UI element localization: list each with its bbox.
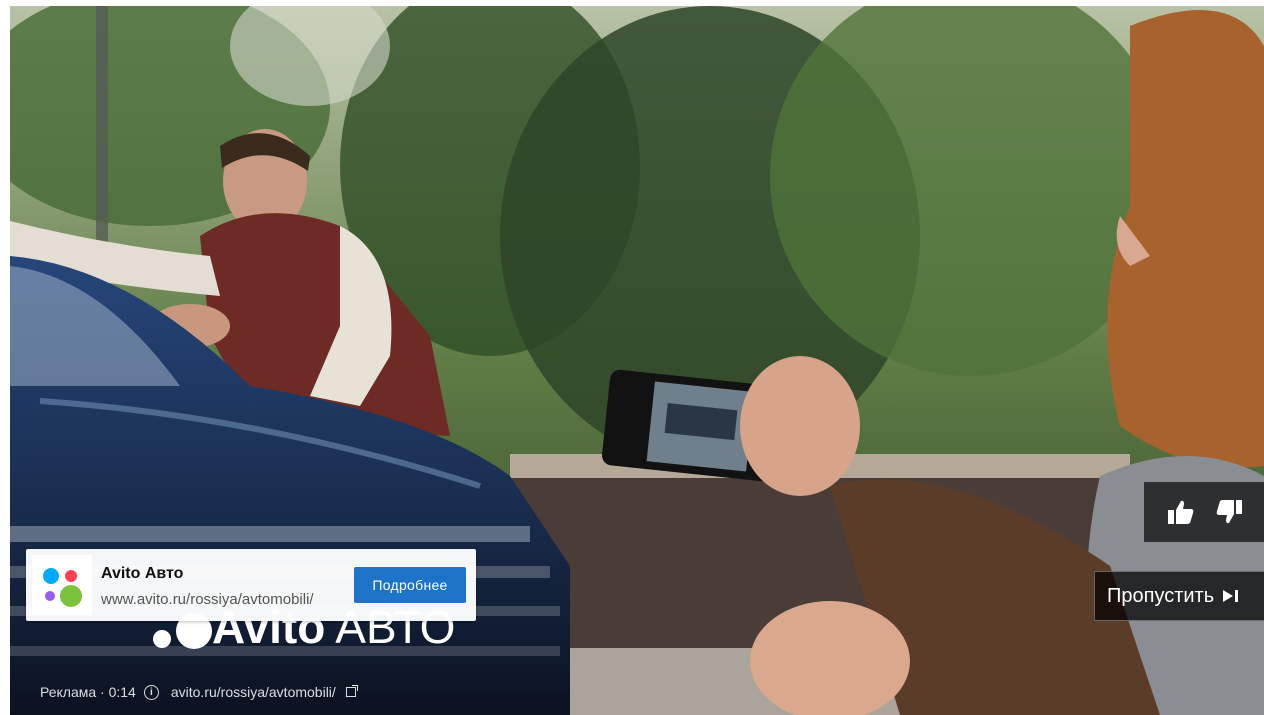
ad-meta: Реклама · 0:14 i avito.ru/rossiya/avtomo… [40, 684, 358, 700]
ad-info-card[interactable]: Avito Авто www.avito.ru/rossiya/avtomobi… [26, 549, 476, 621]
dislike-button[interactable] [1212, 495, 1246, 529]
video-player[interactable]: Avito АВТО Avito Авто www.avito.ru/rossiy… [0, 0, 1264, 715]
like-button[interactable] [1164, 495, 1198, 529]
skip-next-icon [1222, 588, 1240, 604]
skip-ad-button[interactable]: Пропустить [1094, 571, 1264, 621]
ad-title[interactable]: Avito Авто [101, 565, 183, 583]
ad-link[interactable]: avito.ru/rossiya/avtomobili/ [171, 684, 336, 700]
thumb-down-icon [1216, 500, 1242, 524]
thumb-up-icon [1168, 500, 1194, 524]
avito-logo [32, 555, 92, 615]
more-info-button[interactable]: Подробнее [354, 567, 466, 603]
ad-url[interactable]: www.avito.ru/rossiya/avtomobili/ [101, 591, 331, 608]
info-icon[interactable]: i [143, 684, 159, 700]
ad-label: Реклама · 0:14 [40, 684, 136, 700]
ad-rating-panel [1144, 482, 1264, 542]
video-frame[interactable]: Avito АВТО Avito Авто www.avito.ru/rossiy… [10, 6, 1264, 715]
avito-logo-icon [43, 568, 82, 607]
skip-label: Пропустить [1107, 584, 1215, 607]
external-link-icon[interactable] [345, 685, 358, 697]
